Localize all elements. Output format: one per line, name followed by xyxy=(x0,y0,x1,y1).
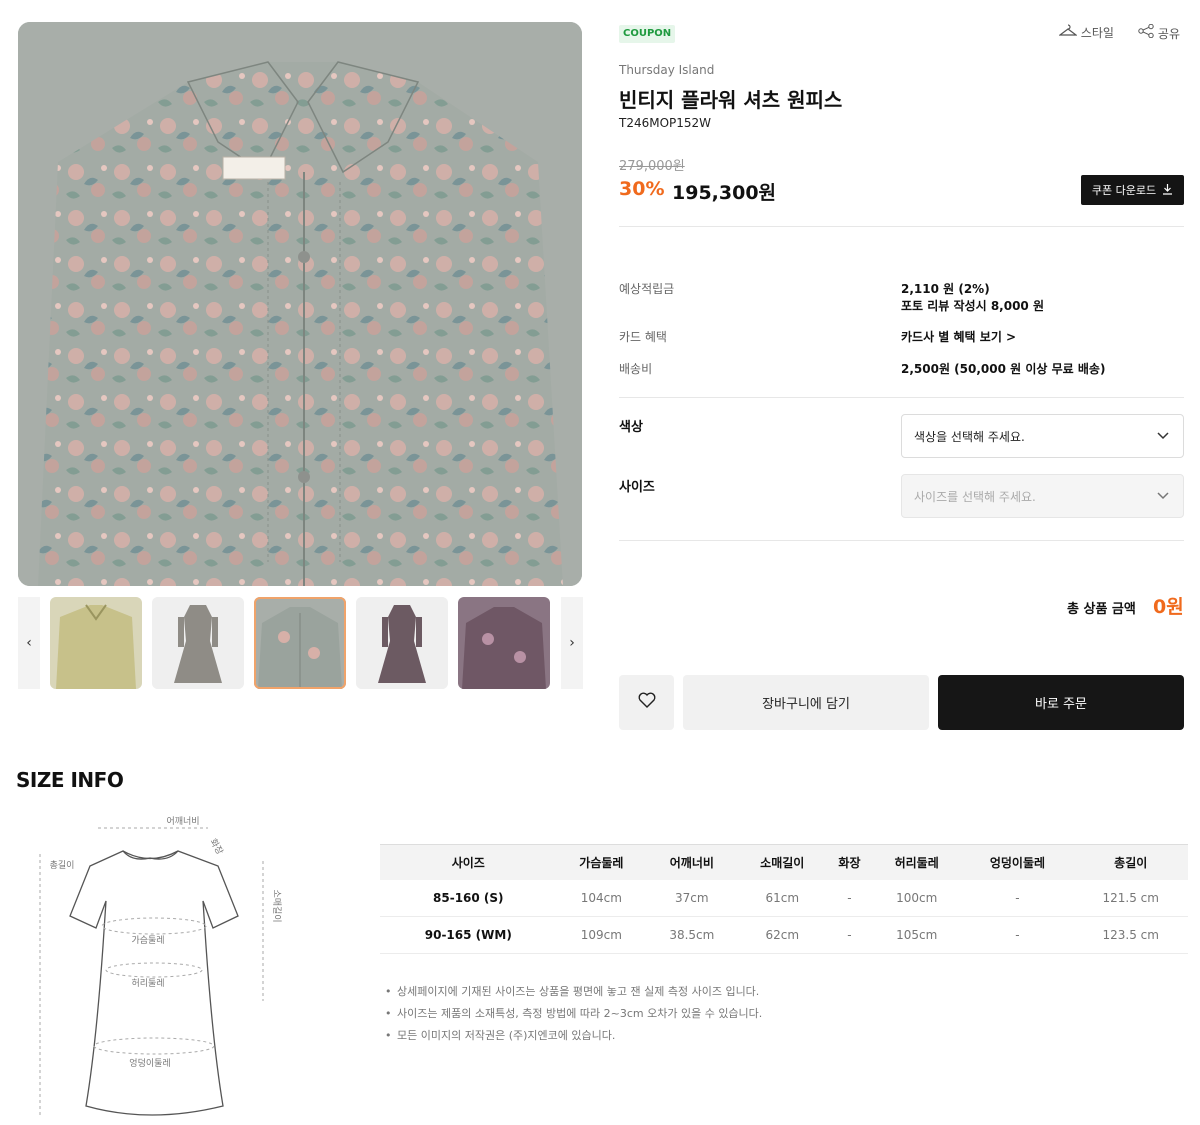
diagram-label-chest: 가슴둘레 xyxy=(131,935,164,946)
size-table-header: 사이즈 가슴둘레 어깨너비 소매길이 화장 허리둘레 엉덩이둘레 총길이 xyxy=(380,844,1188,880)
diagram-label-shoulder: 어깨너비 xyxy=(166,815,199,827)
table-cell: 37cm xyxy=(646,879,738,917)
share-label: 공유 xyxy=(1157,27,1180,41)
size-notes: 상세페이지에 기재된 사이즈는 상품을 평면에 놓고 잰 실제 측정 사이즈 입… xyxy=(385,981,762,1047)
product-title: 빈티지 플라워 셔츠 원피스 xyxy=(619,88,843,112)
thumbnail-3-active[interactable] xyxy=(254,597,346,689)
info-value-points: 2,110 원 (2%) xyxy=(901,282,990,296)
info-label-shipping: 배송비 xyxy=(619,362,653,376)
table-row: 90-165 (WM) 109cm 38.5cm 62cm - 105cm - … xyxy=(380,916,1188,954)
table-row: 85-160 (S) 104cm 37cm 61cm - 100cm - 121… xyxy=(380,879,1188,917)
size-table-header-cell: 사이즈 xyxy=(380,844,557,880)
diagram-label-collar: 화장 xyxy=(207,837,225,857)
chevron-down-icon xyxy=(1157,489,1169,503)
wishlist-button[interactable] xyxy=(619,675,674,730)
table-cell: - xyxy=(827,879,872,917)
divider xyxy=(619,397,1184,398)
total-price-label: 총 상품 금액 xyxy=(1067,602,1136,617)
note-item: 사이즈는 제품의 소재특성, 측정 방법에 따라 2~3cm 오차가 있을 수 … xyxy=(385,1003,762,1025)
discount-rate: 30% xyxy=(619,178,665,200)
coupon-badge: COUPON xyxy=(619,25,676,43)
size-table-header-cell: 가슴둘레 xyxy=(556,844,647,880)
diagram-label-hip: 엉덩이둘레 xyxy=(129,1057,170,1069)
download-icon xyxy=(1162,183,1173,198)
chevron-right-icon: › xyxy=(569,635,575,651)
table-cell: 61cm xyxy=(737,879,828,917)
divider xyxy=(619,226,1184,227)
style-button[interactable]: 스타일 xyxy=(1057,24,1114,42)
table-cell: 104cm xyxy=(556,879,647,917)
main-product-image xyxy=(18,22,582,586)
top-actions: 스타일 공유 xyxy=(1057,23,1180,42)
product-code: T246MOP152W xyxy=(619,116,712,130)
info-label-card: 카드 혜택 xyxy=(619,330,667,344)
hanger-icon xyxy=(1057,24,1078,40)
table-cell: 123.5 cm xyxy=(1073,916,1188,954)
diagram-label-total-length: 총길이 xyxy=(50,860,75,871)
size-table: 사이즈 가슴둘레 어깨너비 소매길이 화장 허리둘레 엉덩이둘레 총길이 85-… xyxy=(380,844,1188,954)
size-select[interactable]: 사이즈를 선택해 주세요. xyxy=(901,474,1184,518)
size-table-header-cell: 엉덩이둘레 xyxy=(961,844,1074,880)
note-item: 모든 이미지의 저작권은 (주)지엔코에 있습니다. xyxy=(385,1025,762,1047)
thumbnail-2[interactable] xyxy=(152,597,244,689)
color-option-label: 색상 xyxy=(619,420,643,435)
table-cell: 38.5cm xyxy=(646,916,738,954)
coupon-download-button[interactable]: 쿠폰 다운로드 xyxy=(1081,175,1184,205)
size-table-header-cell: 어깨너비 xyxy=(646,844,738,880)
chevron-down-icon xyxy=(1157,429,1169,443)
thumbnail-5[interactable] xyxy=(458,597,550,689)
size-table-header-cell: 화장 xyxy=(827,844,872,880)
table-cell: 90-165 (WM) xyxy=(380,916,557,954)
diagram-label-waist: 허리둘레 xyxy=(131,978,164,989)
diagram-label-sleeve: 소매길이 xyxy=(271,889,282,922)
thumbnail-4[interactable] xyxy=(356,597,448,689)
table-cell: 85-160 (S) xyxy=(380,879,557,917)
share-icon xyxy=(1138,23,1154,41)
total-price-value: 0원 xyxy=(1153,596,1184,618)
table-cell: 100cm xyxy=(871,879,962,917)
buy-now-button[interactable]: 바로 주문 xyxy=(938,675,1184,730)
table-cell: - xyxy=(961,879,1074,917)
note-item: 상세페이지에 기재된 사이즈는 상품을 평면에 놓고 잰 실제 측정 사이즈 입… xyxy=(385,981,762,1003)
size-info-title: SIZE INFO xyxy=(16,768,124,792)
info-value-shipping: 2,500원 (50,000 원 이상 무료 배송) xyxy=(901,362,1106,376)
table-cell: 62cm xyxy=(737,916,828,954)
size-table-header-cell: 소매길이 xyxy=(737,844,828,880)
share-button[interactable]: 공유 xyxy=(1138,23,1180,42)
divider xyxy=(619,540,1184,541)
thumbnail-strip: ‹ › xyxy=(18,597,583,689)
brand-name[interactable]: Thursday Island xyxy=(619,63,714,77)
sale-price: 195,300원 xyxy=(672,182,777,204)
chevron-left-icon: ‹ xyxy=(26,635,32,651)
table-cell: - xyxy=(827,916,872,954)
style-label: 스타일 xyxy=(1080,26,1114,40)
size-diagram: 어깨너비 화장 총길이 소매길이 가슴둘레 허리둘레 엉덩이둘레 xyxy=(28,806,288,1122)
table-cell: - xyxy=(961,916,1074,954)
size-table-header-cell: 총길이 xyxy=(1073,844,1188,880)
coupon-download-label: 쿠폰 다운로드 xyxy=(1091,184,1157,197)
info-label-points: 예상적립금 xyxy=(619,282,675,296)
table-cell: 121.5 cm xyxy=(1073,879,1188,917)
thumbnail-1[interactable] xyxy=(50,597,142,689)
color-select-placeholder: 색상을 선택해 주세요. xyxy=(914,429,1025,444)
thumb-prev-button[interactable]: ‹ xyxy=(18,597,40,689)
heart-icon xyxy=(638,692,656,713)
add-to-cart-button[interactable]: 장바구니에 담기 xyxy=(683,675,929,730)
card-benefit-link[interactable]: 카드사 별 혜택 보기 > xyxy=(901,328,1016,345)
table-cell: 109cm xyxy=(556,916,647,954)
thumb-next-button[interactable]: › xyxy=(561,597,583,689)
size-option-label: 사이즈 xyxy=(619,480,655,495)
original-price: 279,000원 xyxy=(619,159,685,174)
table-cell: 105cm xyxy=(871,916,962,954)
size-table-header-cell: 허리둘레 xyxy=(871,844,962,880)
color-select[interactable]: 색상을 선택해 주세요. xyxy=(901,414,1184,458)
size-select-placeholder: 사이즈를 선택해 주세요. xyxy=(914,489,1036,504)
info-value-photo-review: 포토 리뷰 작성시 8,000 원 xyxy=(901,299,1044,313)
